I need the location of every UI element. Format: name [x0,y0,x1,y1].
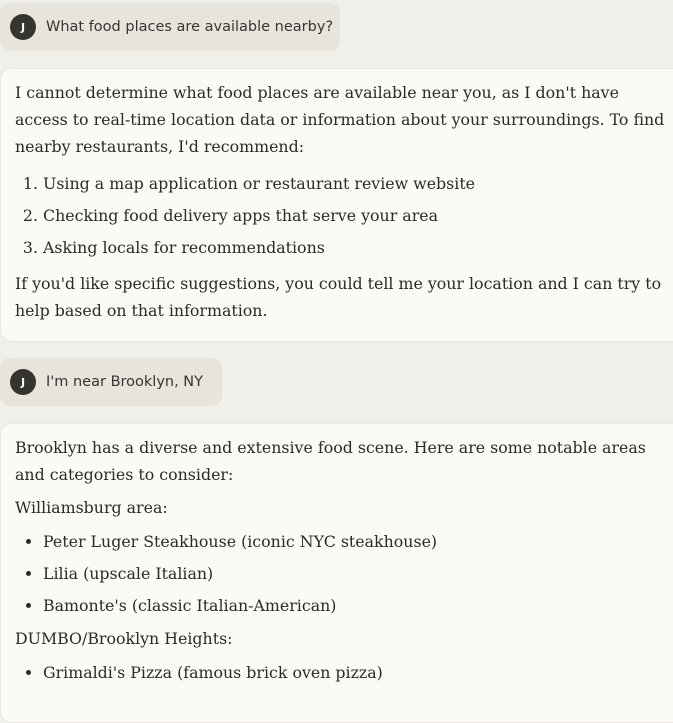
section-heading: Williamsburg area: [15,498,168,517]
list-item: Checking food delivery apps that serve y… [43,200,673,232]
assistant-paragraph: If you'd like specific suggestions, you … [15,274,662,320]
user-avatar: J [10,369,36,395]
section-heading: DUMBO/Brooklyn Heights: [15,629,233,648]
numbered-list: Using a map application or restaurant re… [15,168,673,264]
user-message: J I'm near Brooklyn, NY [0,358,222,406]
list-item: Bamonte's (classic Italian-American) [43,590,673,622]
assistant-message: I cannot determine what food places are … [0,68,673,342]
assistant-message: Brooklyn has a diverse and extensive foo… [0,423,673,723]
bullet-list: Grimaldi's Pizza (famous brick oven pizz… [15,657,673,689]
assistant-paragraph: Brooklyn has a diverse and extensive foo… [15,438,646,484]
user-message-text: I'm near Brooklyn, NY [46,374,204,390]
list-item: Using a map application or restaurant re… [43,168,673,200]
list-item: Lilia (upscale Italian) [43,558,673,590]
assistant-paragraph: I cannot determine what food places are … [15,83,665,156]
list-item: Asking locals for recommendations [43,232,673,264]
user-message: J What food places are available nearby? [0,3,340,51]
bullet-list: Peter Luger Steakhouse (iconic NYC steak… [15,526,673,622]
list-item: Grimaldi's Pizza (famous brick oven pizz… [43,657,673,689]
user-avatar: J [10,14,36,40]
list-item: Peter Luger Steakhouse (iconic NYC steak… [43,526,673,558]
user-message-text: What food places are available nearby? [46,19,334,35]
